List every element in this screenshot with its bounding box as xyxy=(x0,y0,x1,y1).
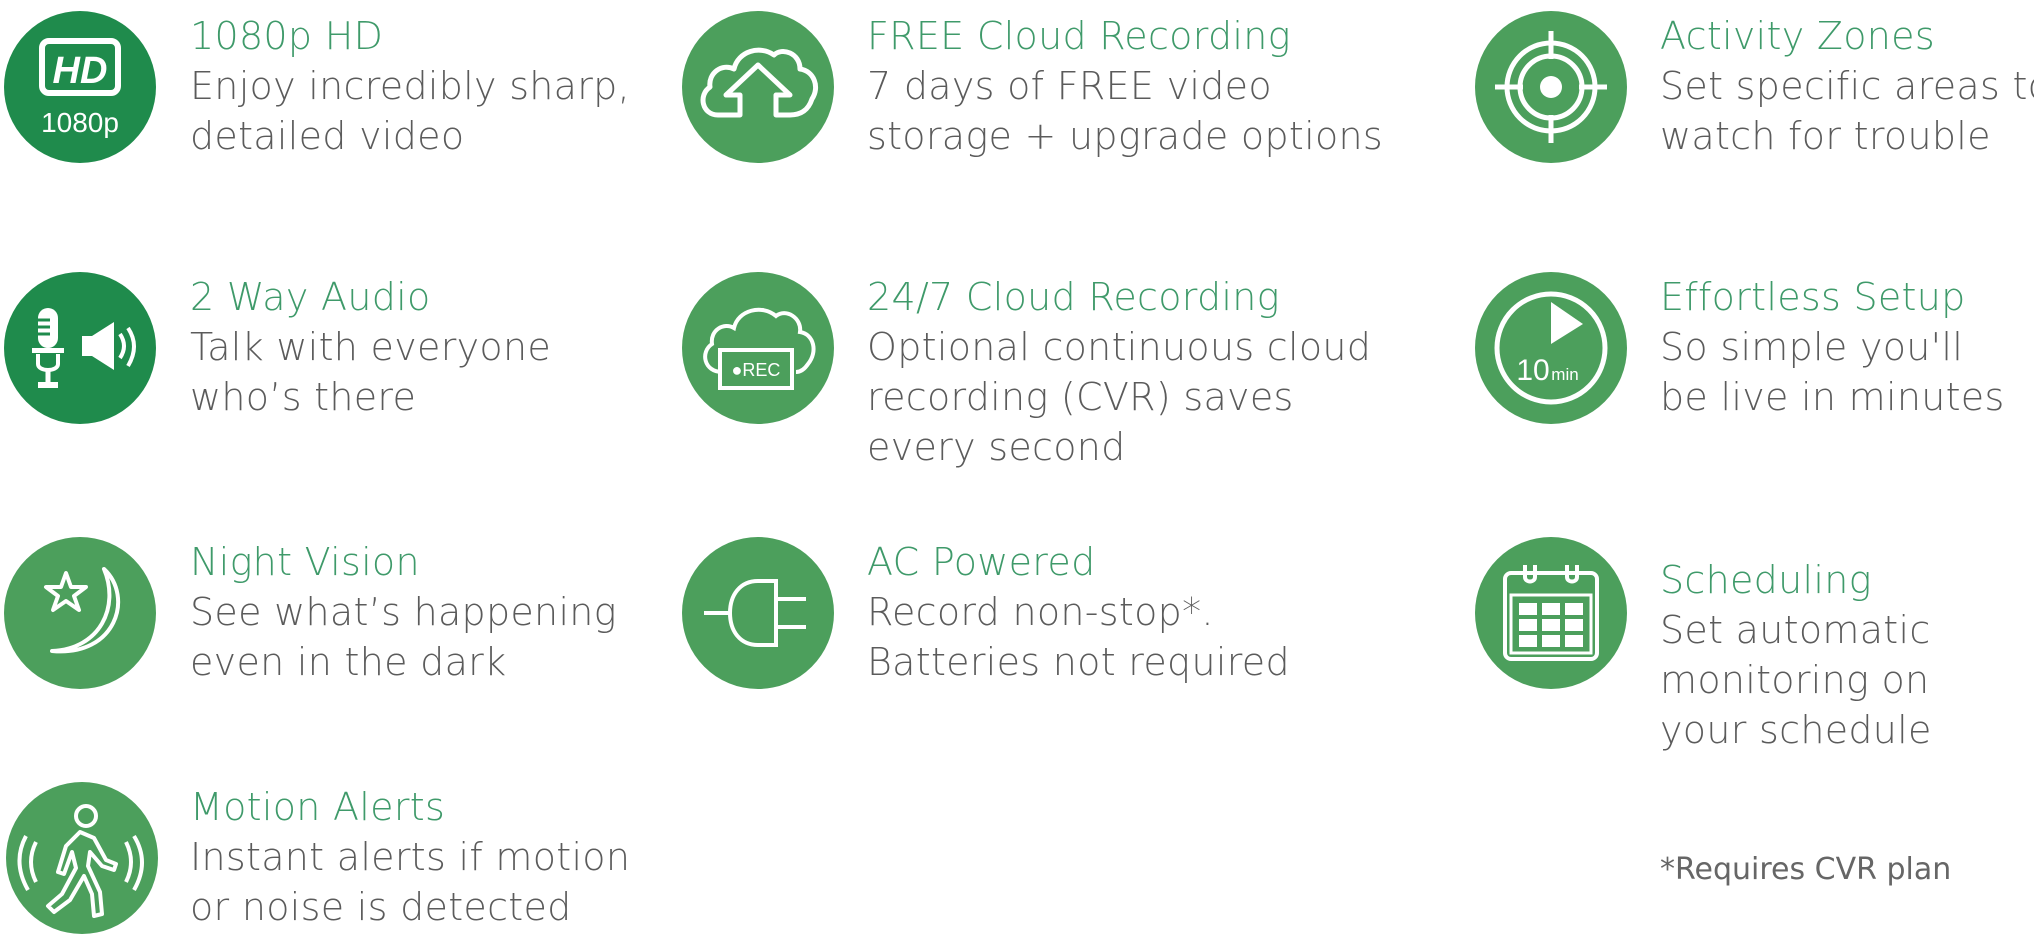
feature-icon-circle: ●REC xyxy=(682,272,834,424)
feature-text: FREE Cloud Recording 7 days of FREE vide… xyxy=(867,11,1383,161)
cloud-rec-icon: ●REC xyxy=(703,307,816,390)
feature-text: Scheduling Set automatic monitoring on y… xyxy=(1660,555,1932,755)
feature-title: 2 Way Audio xyxy=(190,275,431,319)
cloud-upload-icon xyxy=(700,47,818,118)
microphone-speaker-icon xyxy=(32,308,136,388)
feature-title: AC Powered xyxy=(867,540,1096,584)
feature-text: 1080p HD Enjoy incredibly sharp, detaile… xyxy=(190,11,630,161)
feature-description: 7 days of FREE video storage + upgrade o… xyxy=(867,64,1383,158)
feature-icon-circle: 10 min xyxy=(1475,272,1627,424)
rec-label: ●REC xyxy=(732,360,781,380)
timer-10min-icon: 10 min xyxy=(1494,291,1608,405)
feature-text: Night Vision See what’s happening even i… xyxy=(190,537,617,687)
moon-star-icon xyxy=(44,567,121,654)
feature-title: Motion Alerts xyxy=(190,785,446,829)
feature-description: See what’s happening even in the dark xyxy=(190,590,617,684)
feature-icon-circle xyxy=(4,272,156,424)
feature-icon-circle xyxy=(1475,11,1627,163)
feature-title: Activity Zones xyxy=(1660,14,1935,58)
feature-icon-circle xyxy=(4,537,156,689)
feature-description: Talk with everyone who’s there xyxy=(190,325,552,419)
feature-text: 24/7 Cloud Recording Optional continuous… xyxy=(867,272,1371,472)
feature-title: 24/7 Cloud Recording xyxy=(867,275,1280,319)
feature-description: Enjoy incredibly sharp, detailed video xyxy=(190,64,630,158)
feature-icon-circle xyxy=(1475,537,1627,689)
timer-unit: min xyxy=(1551,365,1578,384)
feature-title: Scheduling xyxy=(1660,558,1872,602)
feature-icon-circle xyxy=(6,782,158,934)
feature-icon-circle xyxy=(682,537,834,689)
feature-text: AC Powered Record non-stop*. Batteries n… xyxy=(867,537,1290,687)
feature-icon-circle xyxy=(682,11,834,163)
feature-title: 1080p HD xyxy=(190,14,384,58)
feature-description: Set specific areas to watch for trouble xyxy=(1660,64,2034,158)
calendar-icon xyxy=(1503,565,1599,661)
resolution-label: 1080p xyxy=(41,107,119,138)
feature-text: Effortless Setup So simple you'll be liv… xyxy=(1660,272,2005,422)
cvr-footnote: *Requires CVR plan xyxy=(1660,852,1952,887)
feature-description: Record non-stop*. Batteries not required xyxy=(867,590,1290,684)
feature-title: Night Vision xyxy=(190,540,420,584)
feature-title: FREE Cloud Recording xyxy=(867,14,1291,58)
hd-1080p-icon: HD 1080p xyxy=(39,38,121,138)
feature-description: So simple you'll be live in minutes xyxy=(1660,325,2005,419)
feature-description: Instant alerts if motion or noise is det… xyxy=(190,835,631,929)
feature-description: Set automatic monitoring on your schedul… xyxy=(1660,608,1932,752)
walking-person-motion-icon xyxy=(17,804,144,918)
power-plug-icon xyxy=(704,579,806,647)
feature-title: Effortless Setup xyxy=(1660,275,1966,319)
feature-text: 2 Way Audio Talk with everyone who’s the… xyxy=(190,272,551,422)
feature-icon-circle: HD 1080p xyxy=(4,11,156,163)
feature-text: Activity Zones Set specific areas to wat… xyxy=(1660,11,2034,161)
timer-number: 10 xyxy=(1516,354,1549,387)
feature-text: Motion Alerts Instant alerts if motion o… xyxy=(190,782,630,932)
crosshair-target-icon xyxy=(1495,31,1607,143)
hd-label: HD xyxy=(53,50,108,92)
feature-description: Optional continuous cloud recording (CVR… xyxy=(867,325,1372,469)
